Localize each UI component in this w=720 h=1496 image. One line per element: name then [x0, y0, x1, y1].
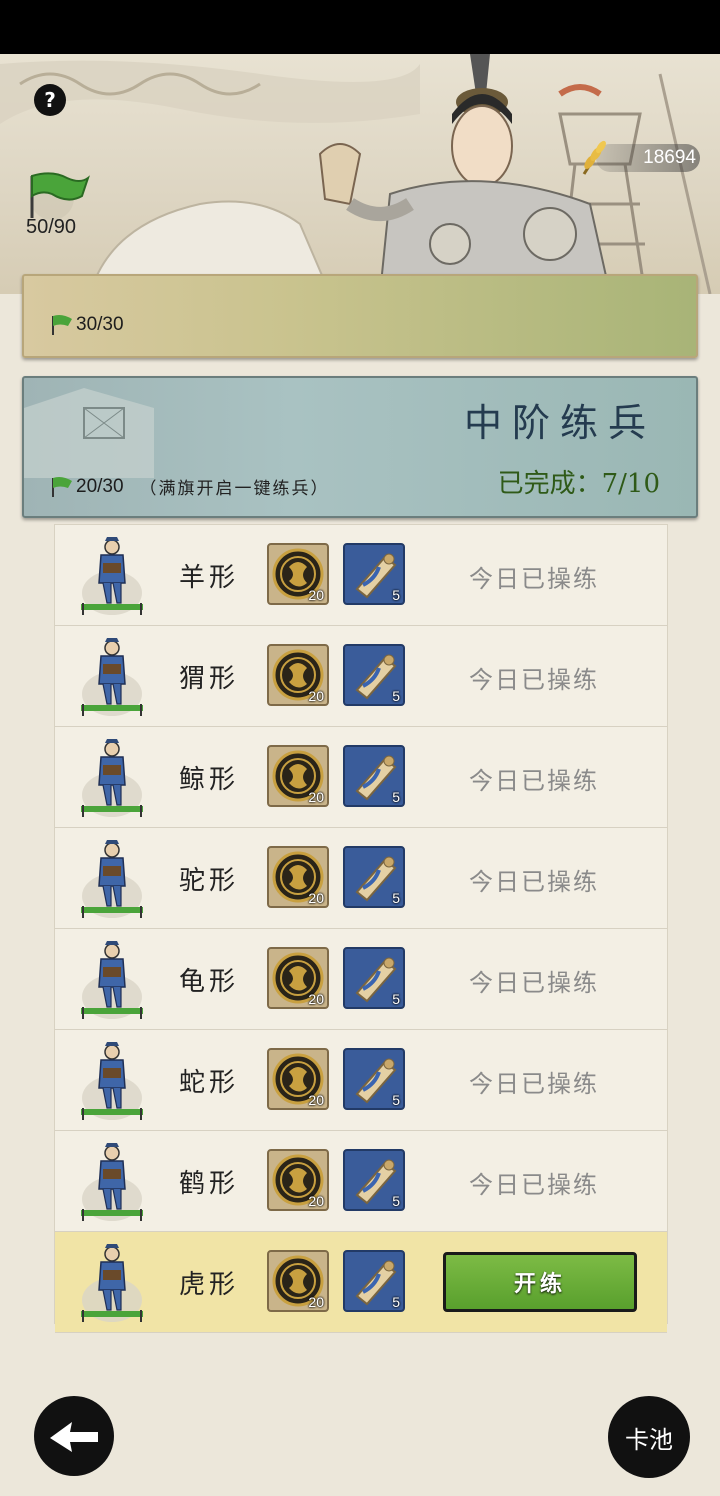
scroll-cost[interactable]: 5 — [343, 644, 405, 706]
grain-count: 18694 — [643, 147, 696, 168]
coin-cost[interactable]: 20 — [267, 543, 329, 605]
coin-qty: 20 — [308, 789, 324, 805]
coin-cost[interactable]: 20 — [267, 947, 329, 1009]
grain-resource: 18694 — [576, 140, 702, 176]
drill-list: 羊形 20 5 今日已操练 猬形 20 5 今日已操练 鲸形 20 5 今日已操… — [54, 524, 668, 1333]
coin-qty: 20 — [308, 1294, 324, 1310]
soldier-icon — [81, 840, 143, 918]
drill-row: 虎形 20 5 开练 — [55, 1232, 667, 1333]
drill-status: 今日已操练 — [469, 666, 599, 694]
scroll-qty: 5 — [392, 890, 400, 906]
scroll-qty: 5 — [392, 1092, 400, 1108]
drill-row: 龟形 20 5 今日已操练 — [55, 929, 667, 1030]
help-button[interactable]: ? — [34, 84, 66, 116]
coin-qty: 20 — [308, 587, 324, 603]
soldier-icon — [81, 1244, 143, 1322]
coin-qty: 20 — [308, 688, 324, 704]
completed-count: 已完成：7/10 — [497, 469, 660, 499]
drill-name: 猬形 — [179, 664, 240, 694]
drill-name: 鹤形 — [179, 1169, 240, 1199]
status-bar — [0, 0, 720, 54]
coin-cost[interactable]: 20 — [267, 1048, 329, 1110]
coin-cost[interactable]: 20 — [267, 1250, 329, 1312]
low-training-panel[interactable]: 30/30 — [22, 274, 698, 358]
soldier-icon — [81, 1042, 143, 1120]
scroll-qty: 5 — [392, 587, 400, 603]
drill-status: 今日已操练 — [469, 1171, 599, 1199]
scroll-qty: 5 — [392, 688, 400, 704]
coin-cost[interactable]: 20 — [267, 1149, 329, 1211]
soldier-icon — [81, 537, 143, 615]
scroll-cost[interactable]: 5 — [343, 947, 405, 1009]
scroll-qty: 5 — [392, 1193, 400, 1209]
drill-row: 羊形 20 5 今日已操练 — [55, 525, 667, 626]
scroll-cost[interactable]: 5 — [343, 1048, 405, 1110]
coin-qty: 20 — [308, 1092, 324, 1108]
drill-row: 蛇形 20 5 今日已操练 — [55, 1030, 667, 1131]
scroll-cost[interactable]: 5 — [343, 745, 405, 807]
general-portrait — [318, 54, 612, 294]
scroll-qty: 5 — [392, 991, 400, 1007]
green-flag-icon — [30, 172, 90, 220]
scroll-cost[interactable]: 5 — [343, 1149, 405, 1211]
drill-name: 虎形 — [179, 1270, 240, 1300]
drill-status: 今日已操练 — [469, 1070, 599, 1098]
mid-flag-count: 20/30 （满旗开启一键练兵） — [50, 474, 330, 499]
soldier-icon — [81, 638, 143, 716]
coin-cost[interactable]: 20 — [267, 644, 329, 706]
drill-row: 鹤形 20 5 今日已操练 — [55, 1131, 667, 1232]
soldier-icon — [81, 1143, 143, 1221]
drill-name: 蛇形 — [179, 1068, 240, 1098]
coin-cost[interactable]: 20 — [267, 745, 329, 807]
coin-qty: 20 — [308, 1193, 324, 1209]
low-flag-count: 30/30 — [50, 314, 124, 336]
drill-name: 龟形 — [179, 967, 240, 997]
one-click-hint: （满旗开启一键练兵） — [139, 479, 330, 499]
scroll-qty: 5 — [392, 1294, 400, 1310]
scroll-cost[interactable]: 5 — [343, 846, 405, 908]
drill-row: 驼形 20 5 今日已操练 — [55, 828, 667, 929]
drill-name: 驼形 — [179, 866, 240, 896]
drill-status: 今日已操练 — [469, 969, 599, 997]
coin-qty: 20 — [308, 991, 324, 1007]
drill-status: 今日已操练 — [469, 868, 599, 896]
flag-resource: 50/90 — [22, 170, 102, 242]
flag-count: 50/90 — [26, 216, 77, 238]
drill-row: 鲸形 20 5 今日已操练 — [55, 727, 667, 828]
drill-status: 今日已操练 — [469, 767, 599, 795]
start-training-button[interactable]: 开练 — [443, 1252, 637, 1312]
mid-training-panel[interactable]: 中阶练兵 20/30 （满旗开启一键练兵） 已完成：7/10 — [22, 376, 698, 518]
drill-status: 今日已操练 — [469, 565, 599, 593]
mid-training-title: 中阶练兵 — [463, 401, 656, 445]
card-pool-button[interactable]: 卡池 — [606, 1394, 692, 1480]
soldier-icon — [81, 739, 143, 817]
back-button[interactable] — [32, 1394, 116, 1478]
wheat-icon — [582, 140, 606, 175]
scroll-cost[interactable]: 5 — [343, 543, 405, 605]
coin-qty: 20 — [308, 890, 324, 906]
scroll-cost[interactable]: 5 — [343, 1250, 405, 1312]
soldier-icon — [81, 941, 143, 1019]
small-flag-icon — [52, 476, 72, 497]
coin-cost[interactable]: 20 — [267, 846, 329, 908]
drill-name: 羊形 — [179, 563, 240, 593]
drill-name: 鲸形 — [179, 765, 240, 795]
drill-row: 猬形 20 5 今日已操练 — [55, 626, 667, 727]
scroll-qty: 5 — [392, 789, 400, 805]
small-flag-icon — [52, 315, 72, 335]
